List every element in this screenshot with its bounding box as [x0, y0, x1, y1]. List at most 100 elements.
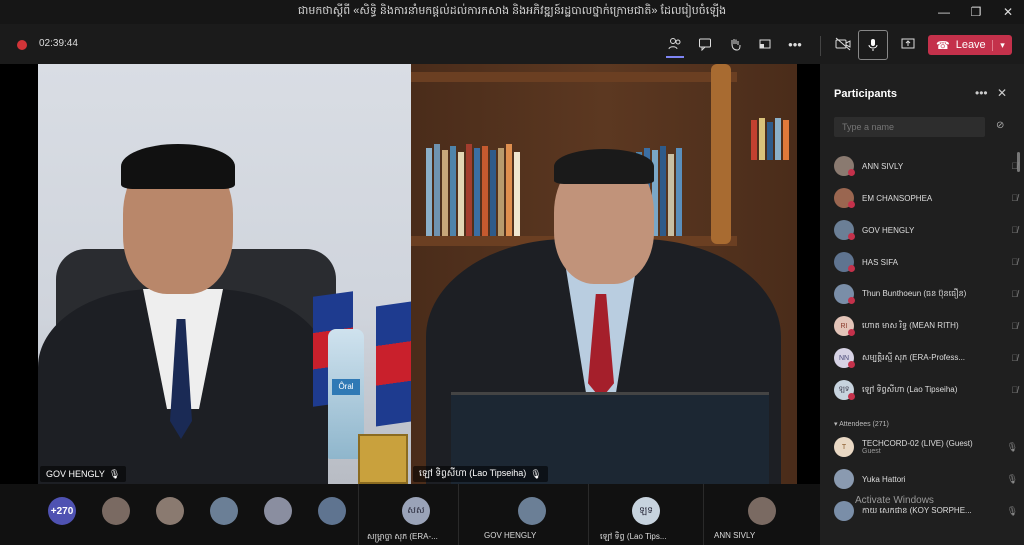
mic-muted-icon: 🎙̸	[1011, 289, 1018, 299]
mic-disabled-icon: 🎙	[1006, 473, 1018, 484]
camera-off-icon[interactable]	[828, 30, 858, 58]
leave-label: Leave	[955, 39, 986, 51]
meeting-timer: 02:39:44	[39, 38, 78, 49]
share-invite-icon[interactable]: ⊘	[996, 120, 1004, 131]
mic-muted-icon: 🎙̸	[1011, 193, 1018, 203]
busy-status-icon	[848, 297, 855, 304]
participant-name: EM CHANSOPHEA	[862, 193, 933, 203]
busy-status-icon	[848, 265, 855, 272]
attendee-row[interactable]: Yuka Hattori 🎙	[834, 466, 1018, 492]
window-titlebar: ជាមកថាស្តីពី «សិទ្ធិ និងការនាំមកផ្តល់ដល់…	[0, 0, 1024, 24]
books-row-3	[751, 116, 789, 160]
strip-tile-label-3: ឡៅ ទិព្វ (Lao Tips...	[600, 532, 667, 541]
attendee-name-label: TECHCORD-02 (LIVE) (Guest)	[862, 439, 973, 448]
strip-tile-avatar-2[interactable]	[518, 497, 546, 525]
avatar: T	[834, 437, 854, 457]
strip-tile-avatar-4[interactable]	[748, 497, 776, 525]
strip-divider	[358, 484, 359, 545]
mic-muted-icon: 🎙̸	[1011, 225, 1018, 235]
strip-divider	[588, 484, 589, 545]
chat-icon[interactable]	[690, 30, 720, 58]
close-window-button[interactable]: ✕	[992, 0, 1024, 24]
strip-avatar-4[interactable]	[264, 497, 292, 525]
mic-muted-icon: 🎙	[108, 468, 121, 479]
chevron-down-icon[interactable]: ▾	[992, 39, 1012, 51]
panel-more-icon[interactable]: •••	[975, 86, 988, 100]
participant-row[interactable]: ANN SIVLY 🎙̸	[834, 153, 1018, 179]
books-row-1	[426, 142, 520, 236]
strip-avatar-5[interactable]	[318, 497, 346, 525]
participant-row[interactable]: EM CHANSOPHEA 🎙̸	[834, 185, 1018, 211]
strip-avatar-2[interactable]	[156, 497, 184, 525]
minimize-button[interactable]: —	[928, 0, 960, 24]
mic-muted-icon: 🎙̸	[1011, 161, 1018, 171]
attendees-header[interactable]: ▾ Attendees (271)	[834, 420, 889, 428]
strip-tile-avatar-3[interactable]: ឡទ	[632, 497, 660, 525]
participant-row[interactable]: HAS SIFA 🎙̸	[834, 249, 1018, 275]
mic-muted-icon: 🎙̸	[1011, 257, 1018, 267]
name-tag-left: GOV HENGLY 🎙	[40, 466, 127, 482]
busy-status-icon	[848, 169, 855, 176]
participant-row[interactable]: GOV HENGLY 🎙̸	[834, 217, 1018, 243]
hair	[121, 144, 235, 189]
busy-status-icon	[848, 393, 855, 400]
recording-indicator-icon	[17, 40, 27, 50]
attendee-row[interactable]: T TECHCORD-02 (LIVE) (Guest) Guest 🎙	[834, 434, 1018, 460]
phone-hangup-icon: ☎	[936, 39, 950, 52]
attendees-header-label: Attendees (271)	[839, 421, 889, 428]
name-tag-right-label: ឡៅ ទិព្វសីហា (Lao Tipseiha)	[419, 467, 527, 478]
avatar	[834, 501, 854, 521]
participant-name: HAS SIFA	[862, 257, 899, 267]
busy-status-icon	[848, 361, 855, 368]
strip-divider	[458, 484, 459, 545]
mic-muted-icon: 🎙̸	[1011, 353, 1018, 363]
strip-divider	[703, 484, 704, 545]
desk-box	[358, 434, 408, 484]
strip-avatar-1[interactable]	[102, 497, 130, 525]
leave-button[interactable]: ☎ Leave ▾	[928, 35, 1012, 55]
strip-tile-avatar-1[interactable]: សស	[402, 497, 430, 525]
participant-name: Thun Bunthoeun (ធន ប៊ុនធឿន)	[862, 289, 967, 298]
participant-row[interactable]: Thun Bunthoeun (ធន ប៊ុនធឿន) 🎙̸	[834, 281, 1018, 307]
video-tile-gov-hengly[interactable]: Ôral GOV HENGLY 🎙	[38, 64, 411, 484]
video-stage: Ôral GOV HENGLY 🎙 ឡៅ ទិព្វសីហា (Lao Tips…	[0, 64, 820, 484]
participant-name: GOV HENGLY	[862, 225, 915, 235]
busy-status-icon	[848, 233, 855, 240]
panel-title: Participants	[834, 88, 897, 100]
shelf-top	[411, 72, 737, 82]
more-icon[interactable]: •••	[780, 30, 810, 58]
busy-status-icon	[848, 201, 855, 208]
strip-avatar-3[interactable]	[210, 497, 238, 525]
participant-row[interactable]: NN សម្បត្តិរស្មី សុភ (ERA-Profess... 🎙̸	[834, 345, 1018, 371]
mic-icon[interactable]	[858, 30, 888, 60]
participant-search-input[interactable]	[834, 117, 985, 137]
shelf-column	[711, 64, 731, 244]
mic-disabled-icon: 🎙	[1006, 505, 1018, 516]
name-tag-left-label: GOV HENGLY	[46, 469, 105, 479]
rooms-icon[interactable]	[750, 30, 780, 58]
name-tag-right: ឡៅ ទិព្វសីហា (Lao Tipseiha) 🎙	[413, 466, 548, 482]
share-icon[interactable]	[893, 30, 923, 58]
participant-row[interactable]: ឡទ ឡៅ ទិព្វសីហា (Lao Tipseiha) 🎙̸	[834, 377, 1018, 403]
participant-strip: +270 សស សម្ព្រាច្ចា សុភ (ERA-... GOV HEN…	[0, 484, 820, 545]
overflow-count-badge[interactable]: +270	[48, 497, 76, 525]
toolbar-divider	[820, 36, 821, 56]
video-tile-lao-tipseiha[interactable]: ឡៅ ទិព្វសីហា (Lao Tipseiha) 🎙	[411, 64, 797, 484]
participant-name: សម្បត្តិរស្មី សុភ (ERA-Profess...	[862, 353, 966, 362]
participant-name: ឡៅ ទិព្វសីហា (Lao Tipseiha)	[862, 385, 958, 394]
mic-muted-icon: 🎙̸	[1011, 321, 1018, 331]
avatar	[834, 469, 854, 489]
cambodia-flag-2	[376, 301, 411, 427]
restore-button[interactable]: ❐	[960, 0, 992, 24]
attendee-name: Yuka Hattori	[862, 474, 906, 484]
panel-close-icon[interactable]: ✕	[997, 86, 1007, 100]
bottle-label: Ôral	[332, 379, 360, 395]
window-title: ជាមកថាស្តីពី «សិទ្ធិ និងការនាំមកផ្តល់ដល់…	[297, 5, 727, 17]
raise-hand-icon[interactable]	[720, 30, 750, 58]
participant-row[interactable]: RI ហោត មាស រិទ្ធ (MEAN RITH) 🎙̸	[834, 313, 1018, 339]
hair	[554, 149, 654, 184]
participants-icon[interactable]	[660, 30, 690, 58]
activate-windows-watermark: Activate Windows	[855, 495, 934, 506]
attendee-role: Guest	[862, 448, 881, 455]
participant-name: ហោត មាស រិទ្ធ (MEAN RITH)	[862, 321, 959, 330]
